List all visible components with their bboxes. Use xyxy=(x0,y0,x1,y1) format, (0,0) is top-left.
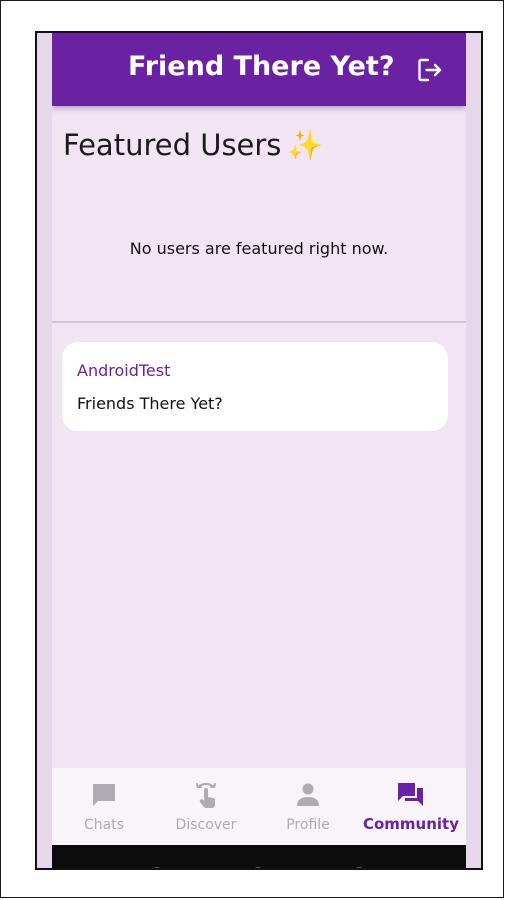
featured-empty-message: No users are featured right now. xyxy=(129,239,389,258)
system-back-icon[interactable] xyxy=(154,867,160,868)
system-navigation-bar xyxy=(52,845,466,868)
system-home-icon[interactable] xyxy=(255,867,261,868)
community-post-card[interactable]: AndroidTest Friends There Yet? xyxy=(62,342,448,431)
section-divider xyxy=(52,321,466,323)
person-icon xyxy=(297,783,319,806)
forum-icon xyxy=(398,783,423,806)
device-frame: Friend There Yet? Featured Users ✨ No use… xyxy=(35,31,483,870)
post-text: Friends There Yet? xyxy=(77,394,223,413)
app-screen: Friend There Yet? Featured Users ✨ No use… xyxy=(52,33,466,845)
nav-label-discover: Discover xyxy=(175,817,237,833)
nav-item-chats[interactable]: Chats xyxy=(52,768,156,845)
swipe-icon xyxy=(196,782,216,808)
nav-label-profile: Profile xyxy=(286,817,330,833)
sparkles-icon: ✨ xyxy=(287,128,324,162)
chat-icon xyxy=(93,784,115,806)
nav-item-discover[interactable]: Discover xyxy=(154,768,258,845)
nav-item-profile[interactable]: Profile xyxy=(256,768,360,845)
nav-label-community: Community xyxy=(362,815,460,833)
nav-label-chats: Chats xyxy=(83,817,124,833)
system-recents-icon[interactable] xyxy=(356,867,362,868)
app-bar: Friend There Yet? xyxy=(52,33,466,106)
logout-icon[interactable] xyxy=(417,57,443,83)
featured-users-section: Featured Users ✨ No users are featured ri… xyxy=(52,106,466,322)
nav-item-community[interactable]: Community xyxy=(359,768,463,845)
app-title: Friend There Yet? xyxy=(128,51,395,82)
post-author[interactable]: AndroidTest xyxy=(77,361,170,380)
featured-users-heading-text: Featured Users xyxy=(63,128,282,162)
bottom-navigation: Chats Discover Profile Community xyxy=(52,768,466,845)
featured-users-heading: Featured Users ✨ xyxy=(63,128,324,163)
